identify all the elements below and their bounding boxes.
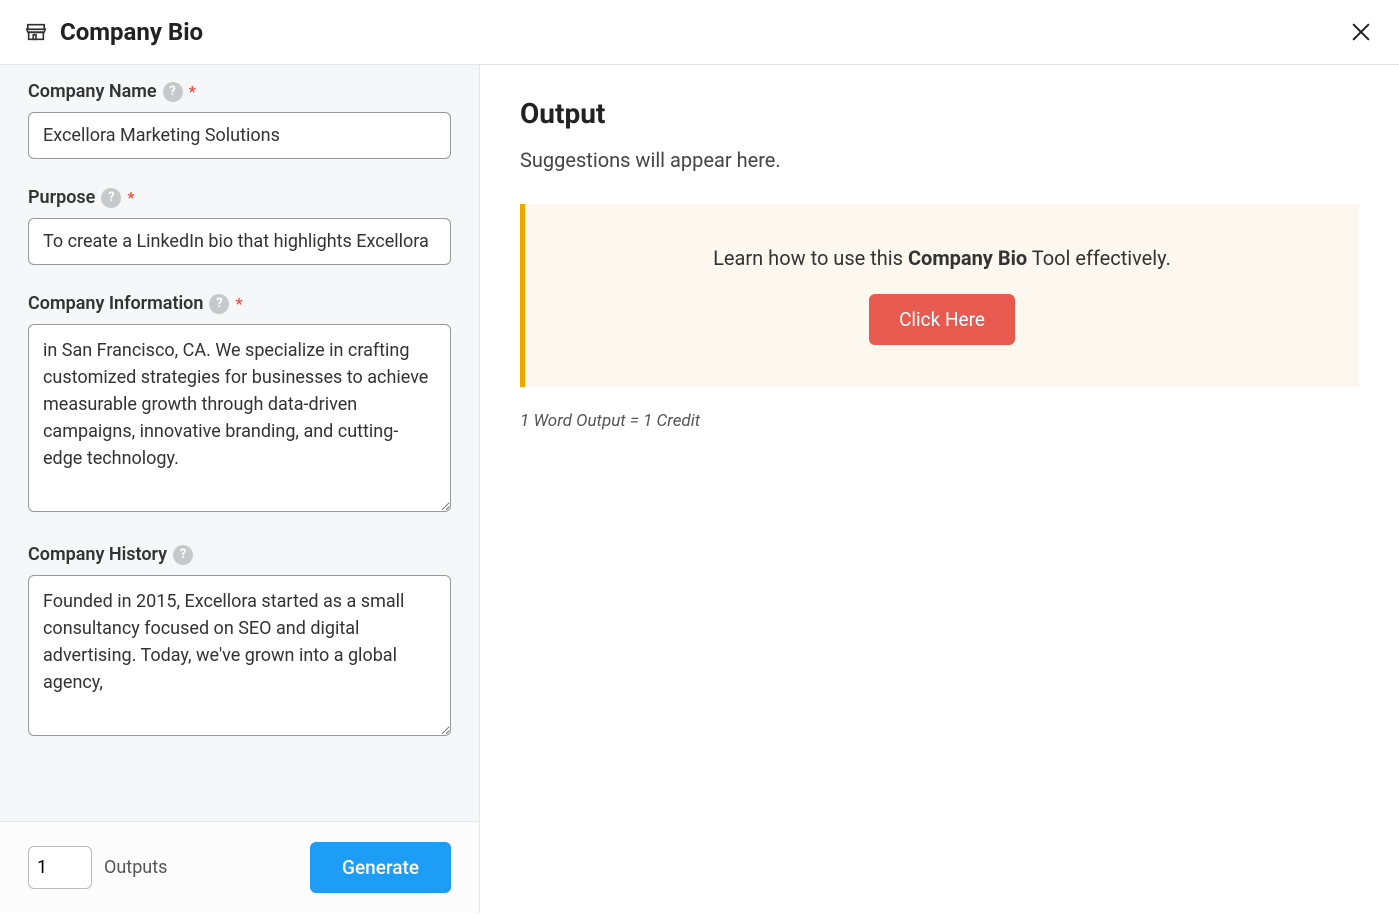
bottom-bar: Outputs Generate: [0, 821, 479, 913]
header: Company Bio: [0, 0, 1399, 65]
help-icon[interactable]: ?: [101, 188, 121, 208]
right-panel: Output Suggestions will appear here. Lea…: [480, 65, 1399, 913]
company-information-field-group: Company Information ? *: [28, 293, 451, 516]
store-icon: [24, 20, 48, 44]
purpose-label-text: Purpose: [28, 187, 95, 208]
company-history-textarea[interactable]: [28, 575, 451, 736]
page-title: Company Bio: [60, 18, 203, 46]
company-information-label-text: Company Information: [28, 293, 203, 314]
left-panel: Company Name ? * Purpose ? * Company Inf…: [0, 65, 480, 913]
required-mark: *: [189, 82, 196, 101]
purpose-input[interactable]: [28, 218, 451, 265]
purpose-label: Purpose ? *: [28, 187, 451, 208]
learn-prefix: Learn how to use this: [713, 246, 908, 270]
company-name-label: Company Name ? *: [28, 81, 451, 102]
company-name-field-group: Company Name ? *: [28, 81, 451, 159]
form-scroll-area[interactable]: Company Name ? * Purpose ? * Company Inf…: [0, 65, 479, 821]
outputs-label: Outputs: [104, 857, 310, 878]
company-information-label: Company Information ? *: [28, 293, 451, 314]
company-history-field-group: Company History ?: [28, 544, 451, 740]
credit-text: 1 Word Output = 1 Credit: [520, 411, 1359, 431]
help-icon[interactable]: ?: [173, 545, 193, 565]
help-icon[interactable]: ?: [209, 294, 229, 314]
company-history-label: Company History ?: [28, 544, 451, 565]
generate-button[interactable]: Generate: [310, 842, 451, 893]
company-history-label-text: Company History: [28, 544, 167, 565]
learn-bold: Company Bio: [908, 246, 1027, 270]
purpose-field-group: Purpose ? *: [28, 187, 451, 265]
company-information-textarea[interactable]: [28, 324, 451, 512]
company-name-input[interactable]: [28, 112, 451, 159]
company-name-label-text: Company Name: [28, 81, 157, 102]
required-mark: *: [235, 294, 242, 313]
main-content: Company Name ? * Purpose ? * Company Inf…: [0, 65, 1399, 913]
learn-callout: Learn how to use this Company Bio Tool e…: [520, 204, 1359, 387]
help-icon[interactable]: ?: [163, 82, 183, 102]
learn-suffix: Tool effectively.: [1027, 246, 1171, 270]
close-button[interactable]: [1347, 18, 1375, 46]
output-title: Output: [520, 97, 1359, 130]
required-mark: *: [127, 188, 134, 207]
click-here-button[interactable]: Click Here: [869, 294, 1015, 345]
suggestions-placeholder: Suggestions will appear here.: [520, 148, 1359, 172]
outputs-count-input[interactable]: [28, 846, 92, 889]
learn-text: Learn how to use this Company Bio Tool e…: [555, 246, 1329, 270]
